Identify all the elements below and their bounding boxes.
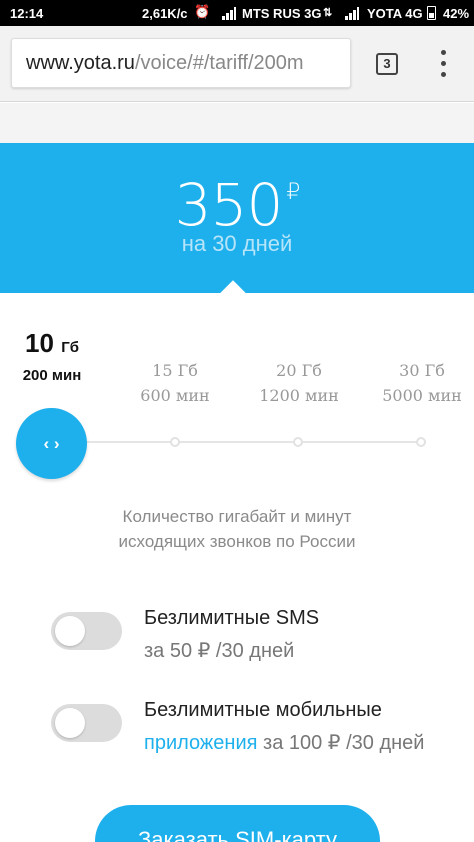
option-gb: 30 Гб <box>399 361 445 380</box>
status-battery: 42% <box>443 6 470 21</box>
slider-tick[interactable] <box>170 437 180 447</box>
slider-caption: Количество гигабайт и минут исходящих зв… <box>0 504 474 554</box>
tariff-period: на 30 дней <box>181 231 293 256</box>
status-carrier-1: MTS RUS 3G <box>242 6 322 21</box>
slider-handle[interactable]: ‹ › <box>16 408 87 479</box>
addon-apps-price-text: за 100 ₽ /30 дней <box>257 732 425 754</box>
battery-icon <box>427 6 436 20</box>
price-value: 350 <box>174 171 284 239</box>
slider-tick[interactable] <box>293 437 303 447</box>
toggle-thumb <box>55 616 85 646</box>
option-15gb[interactable]: 15 Гб 600 мин <box>125 361 225 405</box>
overflow-menu-icon[interactable] <box>434 50 452 78</box>
url-bar[interactable]: www.yota.ru/voice/#/tariff/200m <box>11 38 351 88</box>
option-minutes: 600 мин <box>140 386 210 405</box>
option-gb: 10 Гб <box>25 328 79 358</box>
caption-line-2: исходящих звонков по России <box>118 532 356 551</box>
alarm-icon: ⏰ <box>194 4 211 19</box>
currency-symbol: ₽ <box>286 180 300 205</box>
signal-icon <box>222 7 236 20</box>
option-gb: 20 Гб <box>276 361 322 380</box>
slider-tick[interactable] <box>416 437 426 447</box>
slider-track[interactable] <box>60 441 426 443</box>
unlimited-sms-toggle[interactable] <box>51 612 122 650</box>
apps-link[interactable]: приложения <box>144 732 257 754</box>
toggle-thumb <box>55 708 85 738</box>
data-arrows-icon: ⇅ <box>323 7 333 19</box>
tariff-price: 350 ₽ <box>0 171 474 239</box>
option-20gb[interactable]: 20 Гб 1200 мин <box>249 361 349 405</box>
url-host: www.yota.ru <box>26 52 135 74</box>
unlimited-apps-toggle[interactable] <box>51 704 122 742</box>
addon-sms-title: Безлимитные SMS <box>144 607 320 629</box>
addon-apps-title: Безлимитные мобильные <box>144 699 382 721</box>
addon-sms-price: за 50 ₽ /30 дней <box>144 640 295 662</box>
option-minutes: 1200 мин <box>259 386 339 405</box>
status-network-speed: 2,61K/c <box>142 6 188 21</box>
caption-line-1: Количество гигабайт и минут <box>122 507 352 526</box>
option-30gb[interactable]: 30 Гб 5000 мин <box>371 361 473 405</box>
tab-switcher-button[interactable]: 3 <box>376 53 398 75</box>
option-10gb[interactable]: 10 Гб 200 мин <box>12 328 92 384</box>
browser-toolbar: www.yota.ru/voice/#/tariff/200m 3 <box>0 26 474 102</box>
option-minutes: 5000 мин <box>382 386 462 405</box>
option-minutes: 200 мин <box>22 367 82 384</box>
url-path: /voice/#/tariff/200m <box>134 52 304 74</box>
status-carrier-2: YOTA 4G <box>367 6 423 21</box>
option-gb: 15 Гб <box>152 361 198 380</box>
order-sim-button[interactable]: Заказать SIM-карту <box>95 805 380 842</box>
page-top-strip <box>0 103 474 143</box>
status-time: 12:14 <box>10 6 44 21</box>
status-bar: 12:14 2,61K/c ⏰ MTS RUS 3G ⇅ YOTA 4G 42% <box>0 0 474 26</box>
tariff-price-banner: 350 ₽ на 30 дней <box>0 143 474 293</box>
signal-icon-2 <box>345 7 359 20</box>
addon-apps-price: приложения за 100 ₽ /30 дней <box>144 730 424 755</box>
